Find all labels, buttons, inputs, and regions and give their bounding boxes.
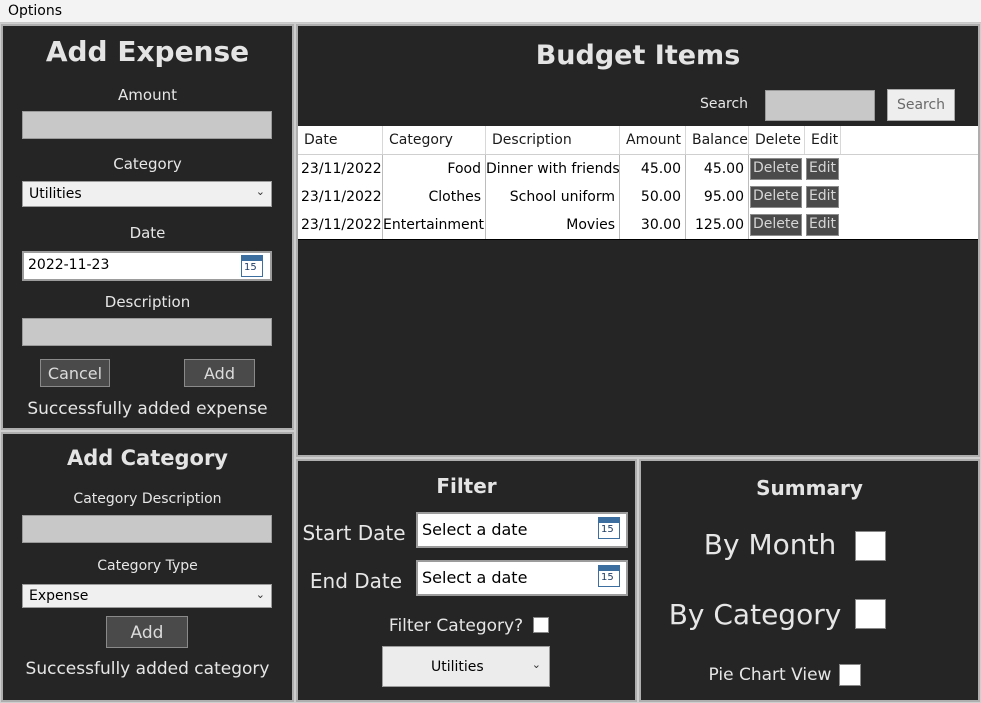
delete-button[interactable]: Delete xyxy=(750,214,802,236)
cell-category: Entertainment xyxy=(383,211,486,239)
end-date-field[interactable]: Select a date xyxy=(416,560,628,596)
by-category-checkbox[interactable] xyxy=(855,599,886,629)
cell-date: 23/11/2022 xyxy=(298,211,383,239)
filter-category-value: Utilities xyxy=(431,659,484,675)
edit-button[interactable]: Edit xyxy=(806,186,839,208)
category-select[interactable]: Utilities ⌄ xyxy=(22,181,272,207)
category-label: Category xyxy=(113,155,182,173)
cell-category: Clothes xyxy=(383,183,486,211)
cell-balance: 45.00 xyxy=(686,155,749,183)
date-label: Date xyxy=(129,224,166,242)
amount-label: Amount xyxy=(118,86,177,104)
filter-category-select[interactable]: Utilities ⌄ xyxy=(382,646,550,687)
cell-amount: 45.00 xyxy=(620,155,686,183)
category-type-value: Expense xyxy=(29,588,89,604)
filter-category-checkbox[interactable] xyxy=(533,617,549,633)
cell-description: Dinner with friends xyxy=(486,155,620,183)
column-header-description[interactable]: Description xyxy=(486,126,620,154)
column-header-balance[interactable]: Balance xyxy=(686,126,749,154)
calendar-icon[interactable]: 15 xyxy=(241,255,263,277)
column-header-category[interactable]: Category xyxy=(383,126,486,154)
column-header-edit[interactable]: Edit xyxy=(805,126,841,154)
cell-category: Food xyxy=(383,155,486,183)
delete-button[interactable]: Delete xyxy=(750,158,802,180)
by-category-label: By Category xyxy=(668,598,842,631)
category-description-label: Category Description xyxy=(73,491,222,507)
pie-chart-view-checkbox[interactable] xyxy=(839,664,861,686)
budget-items-title: Budget Items xyxy=(535,40,741,71)
cell-balance: 125.00 xyxy=(686,211,749,239)
pie-chart-view-label: Pie Chart View xyxy=(708,665,832,685)
expense-status: Successfully added expense xyxy=(27,399,268,419)
by-month-checkbox[interactable] xyxy=(855,531,886,561)
amount-field[interactable] xyxy=(22,111,272,139)
search-input[interactable] xyxy=(765,90,875,121)
cell-description: Movies xyxy=(486,211,620,239)
category-select-value: Utilities xyxy=(29,186,82,202)
menu-options[interactable]: Options xyxy=(8,3,62,19)
column-header-date[interactable]: Date xyxy=(298,126,383,154)
cell-description: School uniform xyxy=(486,183,620,211)
table-row[interactable]: 23/11/2022 Clothes School uniform 50.00 … xyxy=(298,183,978,212)
start-date-value: Select a date xyxy=(422,520,528,539)
cell-date: 23/11/2022 xyxy=(298,155,383,183)
chevron-down-icon: ⌄ xyxy=(255,588,265,601)
filter-category-label: Filter Category? xyxy=(388,616,524,636)
calendar-icon[interactable]: 15 xyxy=(598,565,620,587)
category-type-select[interactable]: Expense ⌄ xyxy=(22,584,272,608)
category-description-field[interactable] xyxy=(22,515,272,543)
cell-amount: 50.00 xyxy=(620,183,686,211)
description-field[interactable] xyxy=(22,318,272,346)
category-status: Successfully added category xyxy=(25,659,270,679)
cancel-button[interactable]: Cancel xyxy=(40,359,110,387)
chevron-down-icon: ⌄ xyxy=(531,658,541,671)
column-header-amount[interactable]: Amount xyxy=(620,126,686,154)
edit-button[interactable]: Edit xyxy=(806,158,839,180)
chevron-down-icon: ⌄ xyxy=(255,185,265,198)
filter-title: Filter xyxy=(436,474,497,498)
add-category-button[interactable]: Add xyxy=(106,616,188,648)
start-date-field[interactable]: Select a date xyxy=(416,512,628,548)
column-header-delete[interactable]: Delete xyxy=(749,126,805,154)
description-label: Description xyxy=(104,293,191,311)
search-button[interactable]: Search xyxy=(887,89,955,121)
add-category-title: Add Category xyxy=(67,446,228,470)
add-expense-title: Add Expense xyxy=(45,35,250,68)
cell-date: 23/11/2022 xyxy=(298,183,383,211)
search-label: Search xyxy=(699,96,749,112)
budget-items-panel xyxy=(296,24,980,457)
start-date-label: Start Date xyxy=(302,521,406,545)
menu-bar: Options xyxy=(0,0,981,23)
end-date-value: Select a date xyxy=(422,568,528,587)
table-row[interactable]: 23/11/2022 Entertainment Movies 30.00 12… xyxy=(298,211,978,240)
edit-button[interactable]: Edit xyxy=(806,214,839,236)
cell-balance: 95.00 xyxy=(686,183,749,211)
date-field[interactable]: 2022-11-23 xyxy=(22,251,272,281)
end-date-label: End Date xyxy=(309,569,403,593)
summary-title: Summary xyxy=(756,476,863,500)
by-month-label: By Month xyxy=(703,528,837,561)
add-expense-button[interactable]: Add xyxy=(184,359,255,387)
calendar-icon[interactable]: 15 xyxy=(598,517,620,539)
date-value: 2022-11-23 xyxy=(28,257,110,273)
grid-header: Date Category Description Amount Balance… xyxy=(298,126,978,155)
table-row[interactable]: 23/11/2022 Food Dinner with friends 45.0… xyxy=(298,155,978,184)
delete-button[interactable]: Delete xyxy=(750,186,802,208)
category-type-label: Category Type xyxy=(97,558,198,574)
cell-amount: 30.00 xyxy=(620,211,686,239)
